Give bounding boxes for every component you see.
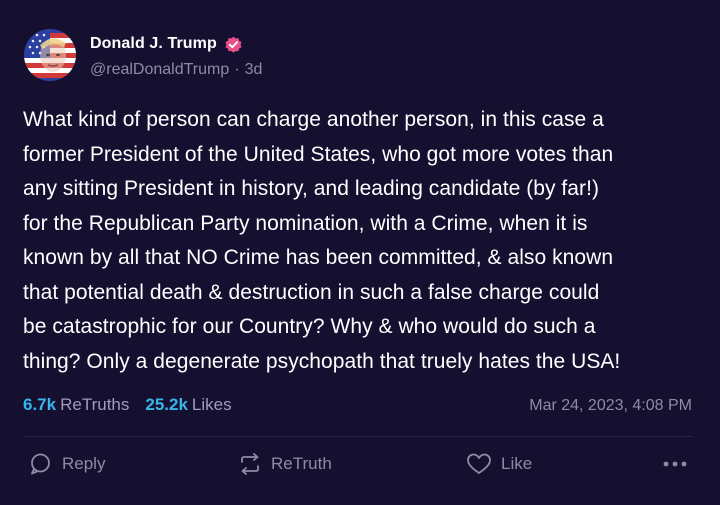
retruths-stat[interactable]: 6.7k ReTruths <box>23 395 129 415</box>
reply-button[interactable]: Reply <box>29 452 105 476</box>
retruth-button[interactable]: ReTruth <box>238 452 332 476</box>
post-text: What kind of person can charge another p… <box>23 108 621 373</box>
retruths-count: 6.7k <box>23 395 57 414</box>
likes-label: Likes <box>191 395 232 414</box>
more-options-icon <box>663 461 687 467</box>
likes-stat[interactable]: 25.2k Likes <box>145 395 231 415</box>
post-age[interactable]: 3d <box>245 61 263 78</box>
avatar[interactable] <box>24 29 76 81</box>
handle-separator: · <box>234 61 240 78</box>
retruths-label: ReTruths <box>60 395 130 414</box>
author-name[interactable]: Donald J. Trump <box>90 35 217 53</box>
more-options-button[interactable] <box>662 460 688 468</box>
post-stats: 6.7k ReTruths 25.2k Likes <box>23 395 232 415</box>
like-label: Like <box>501 454 533 473</box>
like-button[interactable]: Like <box>466 452 532 476</box>
verified-badge-icon <box>225 36 242 53</box>
handle-row: @realDonaldTrump · 3d <box>90 61 262 79</box>
retruth-icon <box>241 453 259 475</box>
divider <box>23 436 692 437</box>
reply-label: Reply <box>62 454 106 473</box>
author-handle[interactable]: @realDonaldTrump <box>90 61 229 78</box>
post-timestamp: Mar 24, 2023, 4:08 PM <box>529 397 692 414</box>
truth-post: Donald J. Trump @realDonaldTrump · 3d What… <box>0 0 720 505</box>
likes-count: 25.2k <box>145 395 188 414</box>
retruth-label: ReTruth <box>271 454 332 473</box>
author-name-row: Donald J. Trump <box>90 34 243 54</box>
avatar-image <box>24 29 76 81</box>
reply-icon <box>31 453 50 475</box>
heart-icon <box>467 453 491 474</box>
